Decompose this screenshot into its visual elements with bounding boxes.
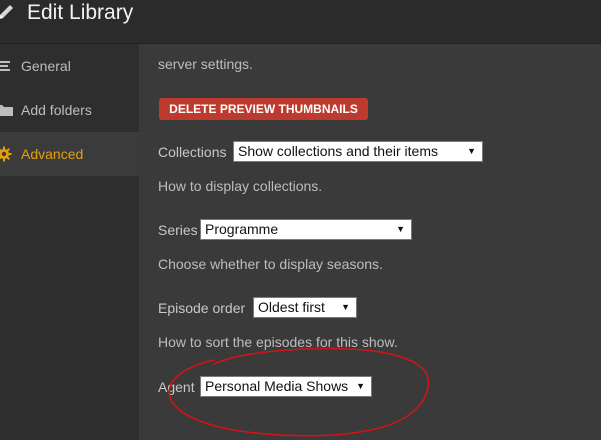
episode-order-label: Episode order [158, 300, 246, 316]
chevron-down-icon: ▼ [396, 224, 405, 234]
collections-help: How to display collections. [158, 178, 323, 194]
gear-icon [0, 146, 12, 162]
chevron-down-icon: ▼ [341, 302, 350, 312]
chevron-down-icon: ▼ [467, 146, 476, 156]
sidebar-item-advanced[interactable]: Advanced [0, 132, 139, 176]
advanced-settings-panel: server settings. DELETE PREVIEW THUMBNAI… [139, 44, 601, 440]
dialog-header: Edit Library [0, 0, 601, 44]
collections-label: Collections [158, 144, 227, 160]
series-select[interactable]: Programme ▼ [200, 219, 412, 240]
intro-text: server settings. [158, 56, 253, 72]
episode-order-select[interactable]: Oldest first ▼ [253, 297, 357, 318]
series-help: Choose whether to display seasons. [158, 256, 383, 272]
list-icon [0, 61, 10, 71]
dialog-title: Edit Library [27, 1, 134, 24]
delete-preview-thumbnails-button[interactable]: DELETE PREVIEW THUMBNAILS [159, 98, 368, 120]
episode-order-select-value: Oldest first [258, 299, 325, 315]
edit-library-dialog: Edit Library General Add folders Advance… [0, 0, 601, 440]
sidebar: General Add folders Advanced [0, 44, 139, 440]
series-label: Series [158, 222, 198, 238]
episode-order-help: How to sort the episodes for this show. [158, 334, 398, 350]
folder-icon [0, 105, 13, 116]
sidebar-item-label: General [21, 58, 71, 74]
agent-select-value: Personal Media Shows [205, 378, 349, 394]
pencil-icon [0, 5, 13, 19]
agent-select[interactable]: Personal Media Shows ▼ [200, 376, 372, 397]
agent-label: Agent [158, 379, 195, 395]
collections-select-value: Show collections and their items [238, 143, 438, 159]
sidebar-item-general[interactable]: General [0, 44, 139, 88]
series-select-value: Programme [205, 221, 279, 237]
collections-select[interactable]: Show collections and their items ▼ [233, 141, 483, 162]
chevron-down-icon: ▼ [356, 381, 365, 391]
sidebar-item-label: Add folders [21, 102, 92, 118]
sidebar-item-label: Advanced [21, 146, 84, 162]
sidebar-item-add-folders[interactable]: Add folders [0, 88, 139, 132]
